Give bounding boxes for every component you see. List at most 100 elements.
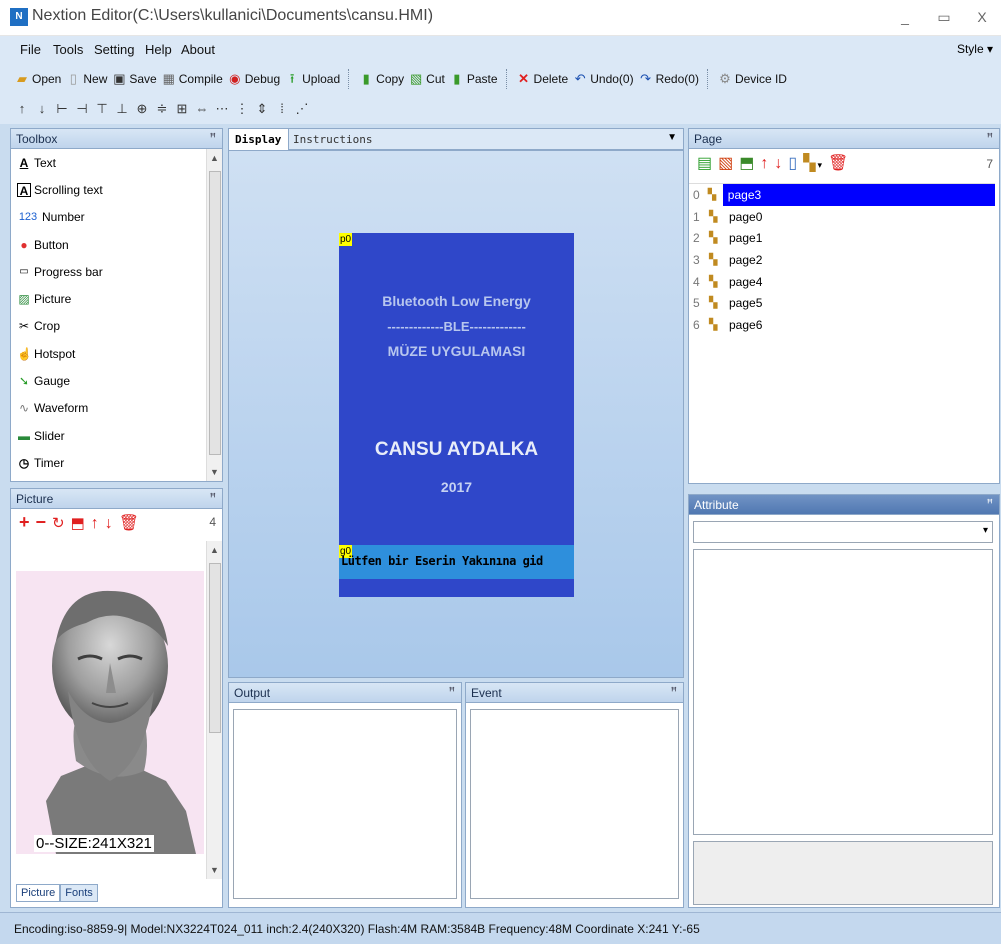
replace-picture-icon[interactable]: ↻ [52,515,65,532]
redo-button[interactable]: ↷ Redo(0) [638,71,699,87]
scroll-up-icon[interactable]: ▲ [210,545,219,555]
tab-fonts[interactable]: Fonts [60,884,98,902]
equal-spacing-icon[interactable]: ⋮ [234,101,250,117]
maximize-button[interactable]: ▭ [931,6,957,28]
tool-timer[interactable]: ◷ Timer [11,449,222,476]
picture-scrollbar[interactable]: ▲ ▼ [206,541,222,879]
statue-bust-image[interactable]: 0--SIZE:241X321 [16,571,204,854]
copy-button[interactable]: ▮ Copy [358,71,405,87]
align-bottom-icon[interactable]: ⊥ [114,101,130,117]
tool-picture[interactable]: ▨ Picture [11,285,222,312]
page-list-item[interactable]: 3 ▚ page2 [689,249,995,271]
device-id-button[interactable]: ⚙ Device ID [717,71,787,87]
delete-picture-icon[interactable]: 🗑 [119,515,139,532]
device-screen[interactable]: p0 Bluetooth Low Energy -------------BLE… [339,233,574,597]
menu-setting[interactable]: Setting [94,42,134,57]
tool-crop[interactable]: ✂ Crop [11,313,222,340]
paste-button[interactable]: ▮ Paste [449,71,497,87]
page-list-item[interactable]: 1 ▚ page0 [689,206,995,228]
new-button[interactable]: ▯ New [65,71,108,87]
move-page-up-icon[interactable]: ↑ [760,155,768,172]
menu-about[interactable]: About [181,42,215,57]
import-page-icon[interactable]: ▚ [803,155,815,172]
tool-gauge[interactable]: ➘ Gauge [11,367,222,394]
center-vertical-icon[interactable]: ≑ [154,101,170,117]
center-horizontal-icon[interactable]: ⊕ [134,101,150,117]
pin-icon[interactable]: ꟸ [987,497,993,510]
move-down-icon[interactable]: ↓ [105,515,113,532]
scrollbar-thumb[interactable] [209,171,221,455]
remove-picture-icon[interactable]: − [36,512,47,532]
tab-picture[interactable]: Picture [16,884,61,902]
event-textbox[interactable] [470,709,679,899]
scrolling-text-component[interactable]: g0 Lütfen bir Eserin Yakınına gid [339,545,574,579]
menu-file[interactable]: File [20,42,41,57]
dropdown-arrow-icon[interactable]: ▼ [667,132,677,143]
style-menu[interactable]: Style ▾ [957,42,993,56]
insert-page-icon[interactable]: ⬒ [739,155,754,172]
tool-scrolling-text[interactable]: A Scrolling text [11,176,222,203]
scroll-up-icon[interactable]: ▲ [210,153,219,163]
pin-icon[interactable]: ꟸ [210,131,216,144]
tab-instructions[interactable]: Instructions [293,133,372,146]
page-list-item[interactable]: 6 ▚ page6 [689,314,995,336]
cut-button[interactable]: ▧ Cut [408,71,445,87]
open-button[interactable]: ▰ Open [14,71,61,87]
upload-button[interactable]: ⭱ Upload [284,71,340,87]
bring-forward-icon[interactable]: ↑ [14,101,30,117]
pin-icon[interactable]: ꟸ [671,685,677,698]
minimize-button[interactable]: _ [892,6,918,28]
tool-number[interactable]: 123 Number [11,204,222,231]
tool-button[interactable]: ● Button [11,231,222,258]
add-picture-icon[interactable]: + [19,512,30,532]
insert-picture-icon[interactable]: ⬒ [71,515,85,532]
page-list-item[interactable]: 4 ▚ page4 [689,271,995,293]
align-right-icon[interactable]: ⊣ [74,101,90,117]
tool-slider[interactable]: ▬ Slider [11,422,222,449]
distribute-horizontal-icon[interactable]: ⋯ [214,101,230,117]
output-textbox[interactable] [233,709,457,899]
same-height-icon[interactable]: ⇕ [254,101,270,117]
tool-text[interactable]: A Text [11,149,222,176]
pin-icon[interactable]: ꟸ [987,131,993,144]
align-top-icon[interactable]: ⊤ [94,101,110,117]
menu-tools[interactable]: Tools [53,42,83,57]
debug-button[interactable]: ◉ Debug [227,71,280,87]
delete-page-icon[interactable]: ▧ [718,155,733,172]
import-dropdown-icon[interactable]: ▾ [818,160,823,170]
toolbox-scrollbar[interactable]: ▲ ▼ [206,149,222,481]
trash-icon[interactable]: 🗑 [828,155,848,172]
scrollbar-thumb[interactable] [209,563,221,733]
same-width-icon[interactable]: ⇔ [194,101,210,117]
undo-button[interactable]: ↶ Undo(0) [572,71,634,87]
menu-help[interactable]: Help [145,42,172,57]
tool-progress-bar[interactable]: ▭ Progress bar [11,258,222,285]
send-backward-icon[interactable]: ↓ [34,101,50,117]
delete-button[interactable]: ✕ Delete [516,71,568,87]
close-button[interactable]: X [969,6,995,28]
move-up-icon[interactable]: ↑ [91,515,99,532]
tab-display[interactable]: Display [229,129,289,150]
pin-icon[interactable]: ꟸ [210,491,216,504]
tool-hotspot[interactable]: ☝ Hotspot [11,340,222,367]
distribute-vertical-icon[interactable]: ⁞ [274,101,290,117]
page-list-item[interactable]: 2 ▚ page1 [689,227,995,249]
tool-waveform[interactable]: ∿ Waveform [11,395,222,422]
p0-component-tag[interactable]: p0 [339,233,353,246]
vertical-spacing-icon[interactable]: ⋰ [294,101,310,117]
page-list-item[interactable]: 5 ▚ page5 [689,292,995,314]
add-page-icon[interactable]: ▤ [697,155,712,172]
scroll-down-icon[interactable]: ▼ [210,865,219,875]
compile-button[interactable]: ▦ Compile [161,71,223,87]
align-left-icon[interactable]: ⊢ [54,101,70,117]
display-canvas-area: p0 Bluetooth Low Energy -------------BLE… [228,150,684,678]
pin-icon[interactable]: ꟸ [449,685,455,698]
scroll-down-icon[interactable]: ▼ [210,467,219,477]
attribute-grid[interactable] [693,549,993,835]
move-page-down-icon[interactable]: ↓ [774,155,782,172]
page-list-item[interactable]: 0 ▚ page3 [689,184,995,206]
save-button[interactable]: ▣ Save [111,71,157,87]
same-size-icon[interactable]: ⊞ [174,101,190,117]
attribute-component-select[interactable]: ▾ [693,521,993,543]
copy-page-icon[interactable]: ▯ [788,155,797,172]
